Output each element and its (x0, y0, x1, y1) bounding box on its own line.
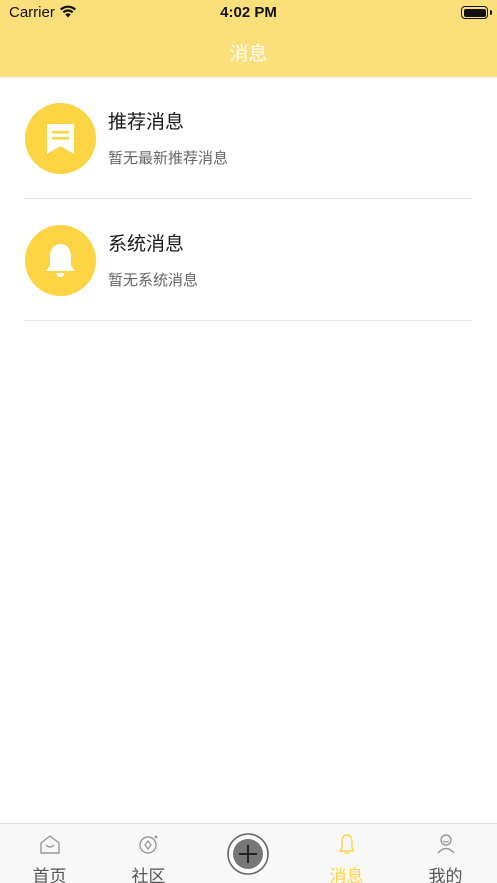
message-title: 推荐消息 (108, 112, 185, 133)
list-item-system-messages[interactable]: 系统消息 暂无系统消息 (24, 199, 472, 321)
bookmark-icon (25, 103, 96, 174)
home-icon (40, 835, 60, 854)
navigation-bar: Carrier 4:02 PM 消息 (0, 0, 497, 77)
tab-label: 消息 (329, 867, 364, 883)
page-title: 消息 (229, 44, 268, 65)
tab-community[interactable]: 社区 (99, 824, 198, 883)
community-icon (139, 835, 158, 854)
status-bar: Carrier 4:02 PM (0, 0, 497, 26)
list-item-recommend-messages[interactable]: 推荐消息 暂无最新推荐消息 (24, 77, 472, 199)
tab-add[interactable] (198, 824, 297, 883)
tab-profile[interactable]: 我的 (396, 824, 495, 883)
tab-messages[interactable]: 消息 (297, 824, 396, 883)
bell-icon (25, 225, 96, 296)
message-subtitle: 暂无系统消息 (108, 272, 199, 289)
clock: 4:02 PM (220, 4, 277, 21)
battery-icon (461, 6, 492, 19)
add-icon (227, 833, 269, 875)
message-subtitle: 暂无最新推荐消息 (108, 150, 229, 167)
tab-label: 社区 (131, 867, 166, 883)
message-title: 系统消息 (108, 234, 185, 255)
tab-home[interactable]: 首页 (0, 824, 99, 883)
tab-bar: 首页 社区 消息 我的 (0, 823, 497, 883)
user-icon (437, 834, 455, 854)
tab-label: 我的 (428, 867, 463, 883)
tab-label: 首页 (32, 867, 67, 883)
bell-icon (339, 834, 355, 854)
